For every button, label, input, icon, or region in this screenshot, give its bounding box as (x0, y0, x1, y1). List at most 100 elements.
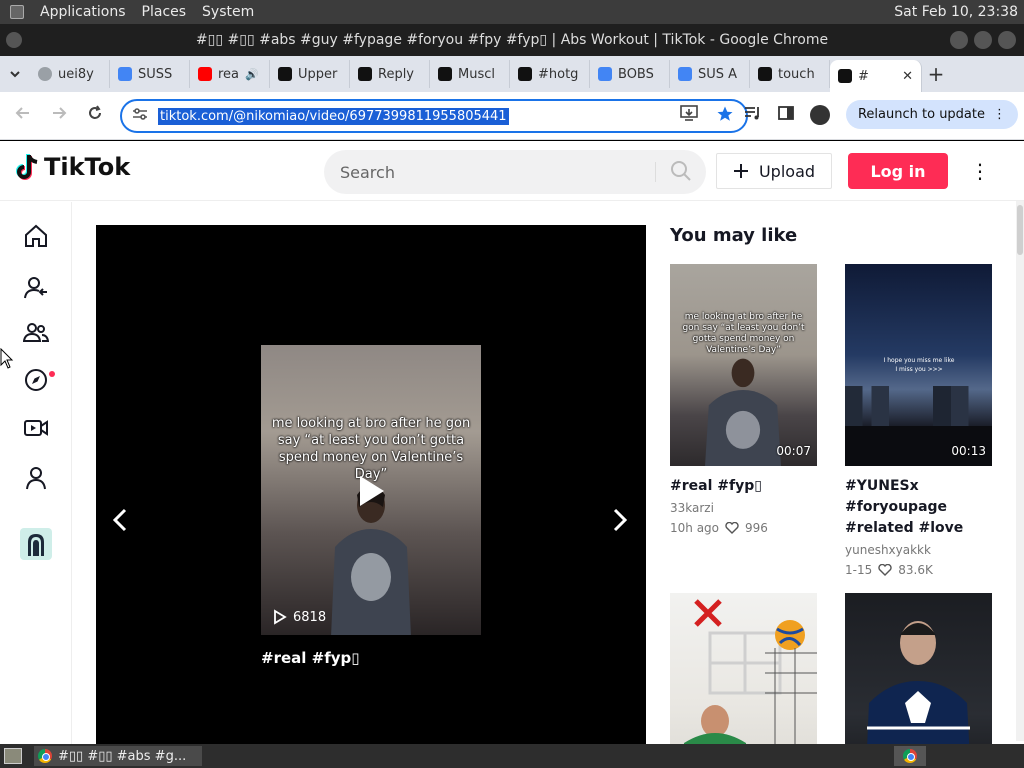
browser-tab[interactable]: Reply (350, 60, 430, 88)
more-options-icon[interactable]: ⋮ (970, 159, 990, 183)
tiktok-page: TikTok Search Upload Log in ⋮ me looking… (0, 141, 1024, 744)
tab-label: Muscl (458, 66, 495, 82)
browser-tab[interactable]: touch (750, 60, 830, 88)
system-top-bar: Applications Places System Sat Feb 10, 2… (0, 0, 1024, 24)
video-meta: 1-15 83.6K (845, 563, 993, 577)
tiktok-note-icon (16, 154, 38, 180)
home-icon[interactable] (22, 222, 50, 250)
upload-button[interactable]: Upload (716, 153, 832, 189)
browser-tab[interactable]: #hotg (510, 60, 590, 88)
window-menu-icon[interactable] (6, 32, 22, 48)
recommended-video[interactable] (670, 593, 818, 744)
video-likes: 83.6K (898, 563, 933, 577)
install-app-icon[interactable] (680, 105, 698, 127)
recommended-video[interactable] (845, 593, 993, 744)
browser-tab[interactable]: rea 🔊 (190, 60, 270, 88)
browser-tab[interactable]: SUS A (670, 60, 750, 88)
video-title[interactable]: #real #fyp▯ (261, 649, 360, 667)
tray-chrome[interactable] (894, 746, 926, 766)
tiktok-icon (838, 69, 852, 83)
video-time: 1-15 (845, 563, 873, 577)
explore-compass-icon[interactable] (22, 366, 50, 394)
taskbar-chrome-window[interactable]: #▯▯ #▯▯ #abs #g... (34, 746, 202, 766)
coin-arch-icon[interactable] (20, 528, 52, 560)
page-scrollbar[interactable] (1016, 201, 1024, 741)
browser-tab[interactable]: Muscl (430, 60, 510, 88)
chevron-left-icon (112, 508, 127, 532)
tab-audio-icon[interactable]: 🔊 (245, 68, 259, 81)
video-duration: 00:13 (951, 444, 986, 458)
tab-label: Upper (298, 66, 338, 82)
friends-icon[interactable] (22, 319, 50, 347)
reload-button[interactable] (78, 105, 112, 126)
search-divider (655, 162, 656, 182)
close-window-button[interactable] (998, 31, 1016, 49)
profile-icon[interactable] (22, 464, 50, 492)
video-player[interactable]: me looking at bro after he gon say “at l… (96, 225, 646, 744)
video-thumbnail[interactable]: me looking at bro after he gon say “at l… (670, 264, 817, 466)
browser-tab[interactable]: # ✕ (830, 60, 922, 92)
tab-label: # (858, 68, 869, 84)
applications-icon[interactable] (10, 5, 24, 19)
next-video-button[interactable] (612, 507, 628, 539)
video-title[interactable]: #YUNESx #foryoupage #related #love (845, 476, 993, 539)
menu-applications[interactable]: Applications (40, 4, 126, 20)
video-author[interactable]: yuneshxyakkk (845, 543, 993, 557)
toolbar-right: Relaunch to update ⋮ (744, 100, 1018, 129)
browser-tab[interactable]: Upper (270, 60, 350, 88)
video-thumbnail[interactable]: I hope you miss me like I miss you >>> 0… (845, 264, 992, 466)
search-input[interactable]: Search (340, 163, 395, 182)
close-tab-icon[interactable]: ✕ (902, 69, 913, 84)
video-thumbnail[interactable] (845, 593, 992, 744)
menu-system[interactable]: System (202, 4, 254, 20)
login-label: Log in (870, 161, 926, 181)
taskbar-window-label: #▯▯ #▯▯ #abs #g... (58, 748, 187, 764)
maximize-button[interactable] (974, 31, 992, 49)
live-video-icon[interactable] (22, 414, 50, 442)
video-title[interactable]: #real #fyp▯ (670, 476, 818, 497)
search-icon[interactable] (670, 160, 692, 186)
video-frame[interactable]: me looking at bro after he gon say “at l… (261, 345, 481, 635)
bookmark-star-icon[interactable] (716, 105, 734, 127)
recommended-video[interactable]: I hope you miss me like I miss you >>> 0… (845, 264, 993, 577)
volleyball-scene (683, 599, 817, 744)
side-panel-icon[interactable] (778, 105, 794, 125)
recommended-video[interactable]: me looking at bro after he gon say “at l… (670, 264, 818, 535)
url-text[interactable]: tiktok.com/@nikomiao/video/6977399811955… (158, 107, 509, 125)
video-time: 10h ago (670, 521, 720, 535)
search-box[interactable]: Search (324, 150, 706, 194)
video-thumbnail[interactable] (670, 593, 817, 744)
media-controls-icon[interactable] (744, 105, 762, 125)
relaunch-button[interactable]: Relaunch to update ⋮ (845, 100, 1018, 129)
scrollbar-thumb[interactable] (1017, 205, 1023, 255)
video-author[interactable]: 33karzi (670, 501, 818, 515)
relaunch-label: Relaunch to update (857, 107, 985, 122)
system-clock[interactable]: Sat Feb 10, 23:38 (894, 4, 1018, 20)
view-count-value: 6818 (293, 609, 327, 625)
person-figure (705, 358, 781, 466)
previous-video-button[interactable] (112, 507, 128, 539)
minimize-button[interactable] (950, 31, 968, 49)
tiktok-logo[interactable]: TikTok (16, 153, 130, 181)
profile-avatar-icon[interactable] (809, 104, 830, 125)
browser-tab[interactable]: BOBS (590, 60, 670, 88)
tiktok-header: TikTok Search Upload Log in ⋮ (0, 141, 1024, 201)
chrome-icon (38, 749, 52, 763)
forward-button[interactable] (42, 105, 76, 126)
browser-tab[interactable]: SUSS (110, 60, 190, 88)
site-info-icon[interactable] (132, 107, 148, 125)
login-button[interactable]: Log in (848, 153, 948, 189)
menu-places[interactable]: Places (142, 4, 187, 20)
tab-search-button[interactable] (0, 59, 30, 89)
tab-label: SUSS (138, 66, 173, 82)
address-bar[interactable]: tiktok.com/@nikomiao/video/6977399811955… (120, 99, 748, 133)
back-button[interactable] (6, 105, 40, 126)
google-icon (118, 67, 132, 81)
browser-tab[interactable]: uei8y (30, 60, 110, 88)
following-icon[interactable] (22, 274, 50, 302)
video-meta: 10h ago 996 (670, 521, 818, 535)
new-tab-button[interactable]: + (922, 62, 950, 86)
show-desktop-icon[interactable] (4, 748, 22, 764)
arrow-right-icon (53, 107, 67, 119)
play-icon[interactable] (357, 473, 387, 513)
